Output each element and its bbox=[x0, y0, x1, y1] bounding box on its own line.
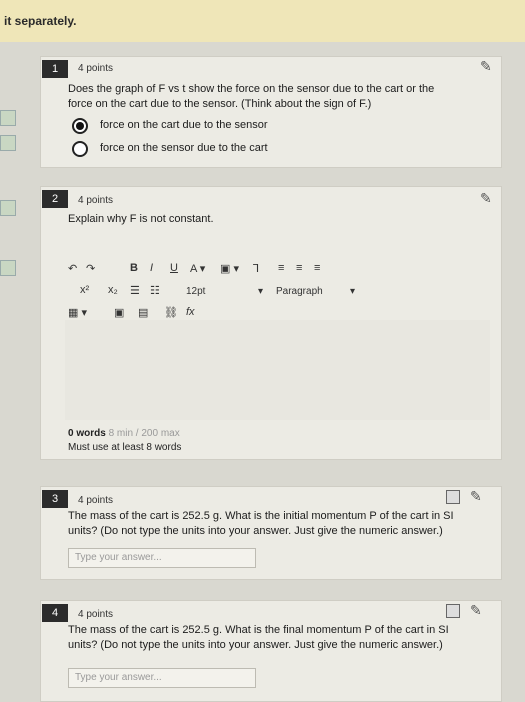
top-banner: it separately. bbox=[0, 0, 525, 42]
calculator-icon[interactable] bbox=[446, 604, 460, 618]
pin-icon[interactable]: ✎ bbox=[470, 602, 482, 619]
subscript-icon[interactable]: x₂ bbox=[108, 284, 118, 296]
italic-button[interactable]: I bbox=[150, 262, 153, 274]
answer-input[interactable]: Type your answer... bbox=[68, 548, 256, 568]
align-right-icon[interactable]: ≡ bbox=[314, 262, 320, 274]
question-number: 1 bbox=[42, 60, 68, 78]
table-icon[interactable]: ▦ ▾ bbox=[68, 306, 87, 319]
chevron-down-icon[interactable]: ▾ bbox=[350, 286, 355, 297]
calculator-icon[interactable] bbox=[446, 490, 460, 504]
answer-input[interactable]: Type your answer... bbox=[68, 668, 256, 688]
question-number: 3 bbox=[42, 490, 68, 508]
clear-format-button[interactable]: Ꞁ bbox=[253, 262, 259, 275]
question-number: 2 bbox=[42, 190, 68, 208]
question-text: The mass of the cart is 252.5 g. What is… bbox=[68, 510, 454, 537]
align-left-icon[interactable]: ≡ bbox=[278, 262, 284, 274]
pin-icon[interactable]: ✎ bbox=[480, 190, 492, 207]
question-points: 4 points bbox=[78, 195, 114, 206]
strip-mark bbox=[0, 200, 16, 216]
strip-mark bbox=[0, 135, 16, 151]
image-icon[interactable]: ▣ bbox=[114, 306, 124, 319]
highlight-button[interactable]: ▣ ▾ bbox=[220, 262, 239, 275]
font-size-select[interactable]: 12pt bbox=[186, 286, 205, 297]
strip-mark bbox=[0, 110, 16, 126]
radio-option-1[interactable] bbox=[72, 118, 88, 134]
redo-icon[interactable]: ↷ bbox=[86, 262, 95, 275]
media-icon[interactable]: ▤ bbox=[138, 306, 148, 319]
question-points: 4 points bbox=[78, 63, 114, 74]
question-text: Explain why F is not constant. bbox=[68, 213, 214, 225]
pin-icon[interactable]: ✎ bbox=[470, 488, 482, 505]
superscript-icon[interactable]: x² bbox=[80, 284, 89, 296]
bold-button[interactable]: B bbox=[130, 262, 138, 274]
undo-icon[interactable]: ↶ bbox=[68, 262, 77, 275]
question-points: 4 points bbox=[78, 495, 114, 506]
link-icon[interactable]: ⛓ bbox=[164, 306, 178, 319]
banner-text: it separately. bbox=[4, 14, 77, 28]
underline-button[interactable]: U bbox=[170, 262, 178, 274]
question-text: Does the graph of F vs t show the force … bbox=[68, 83, 435, 110]
left-strip bbox=[0, 100, 16, 320]
paragraph-select[interactable]: Paragraph bbox=[276, 286, 323, 297]
align-center-icon[interactable]: ≡ bbox=[296, 262, 302, 274]
strip-mark bbox=[0, 260, 16, 276]
question-number: 4 bbox=[42, 604, 68, 622]
pin-icon[interactable]: ✎ bbox=[480, 58, 492, 75]
word-count: 0 words 8 min / 200 max bbox=[68, 428, 180, 439]
numbered-list-icon[interactable]: ☷ bbox=[150, 284, 160, 297]
bullet-list-icon[interactable]: ☰ bbox=[130, 284, 140, 297]
chevron-down-icon[interactable]: ▾ bbox=[258, 286, 263, 297]
radio-option-2[interactable] bbox=[72, 141, 88, 157]
word-count-hint: Must use at least 8 words bbox=[68, 442, 182, 453]
option-label-1: force on the cart due to the sensor bbox=[100, 119, 268, 131]
question-text: The mass of the cart is 252.5 g. What is… bbox=[68, 624, 449, 651]
text-color-button[interactable]: A ▾ bbox=[190, 262, 205, 275]
answer-editor[interactable] bbox=[65, 320, 490, 420]
question-points: 4 points bbox=[78, 609, 114, 620]
option-label-2: force on the sensor due to the cart bbox=[100, 142, 268, 154]
formula-icon[interactable]: fx bbox=[186, 306, 195, 318]
